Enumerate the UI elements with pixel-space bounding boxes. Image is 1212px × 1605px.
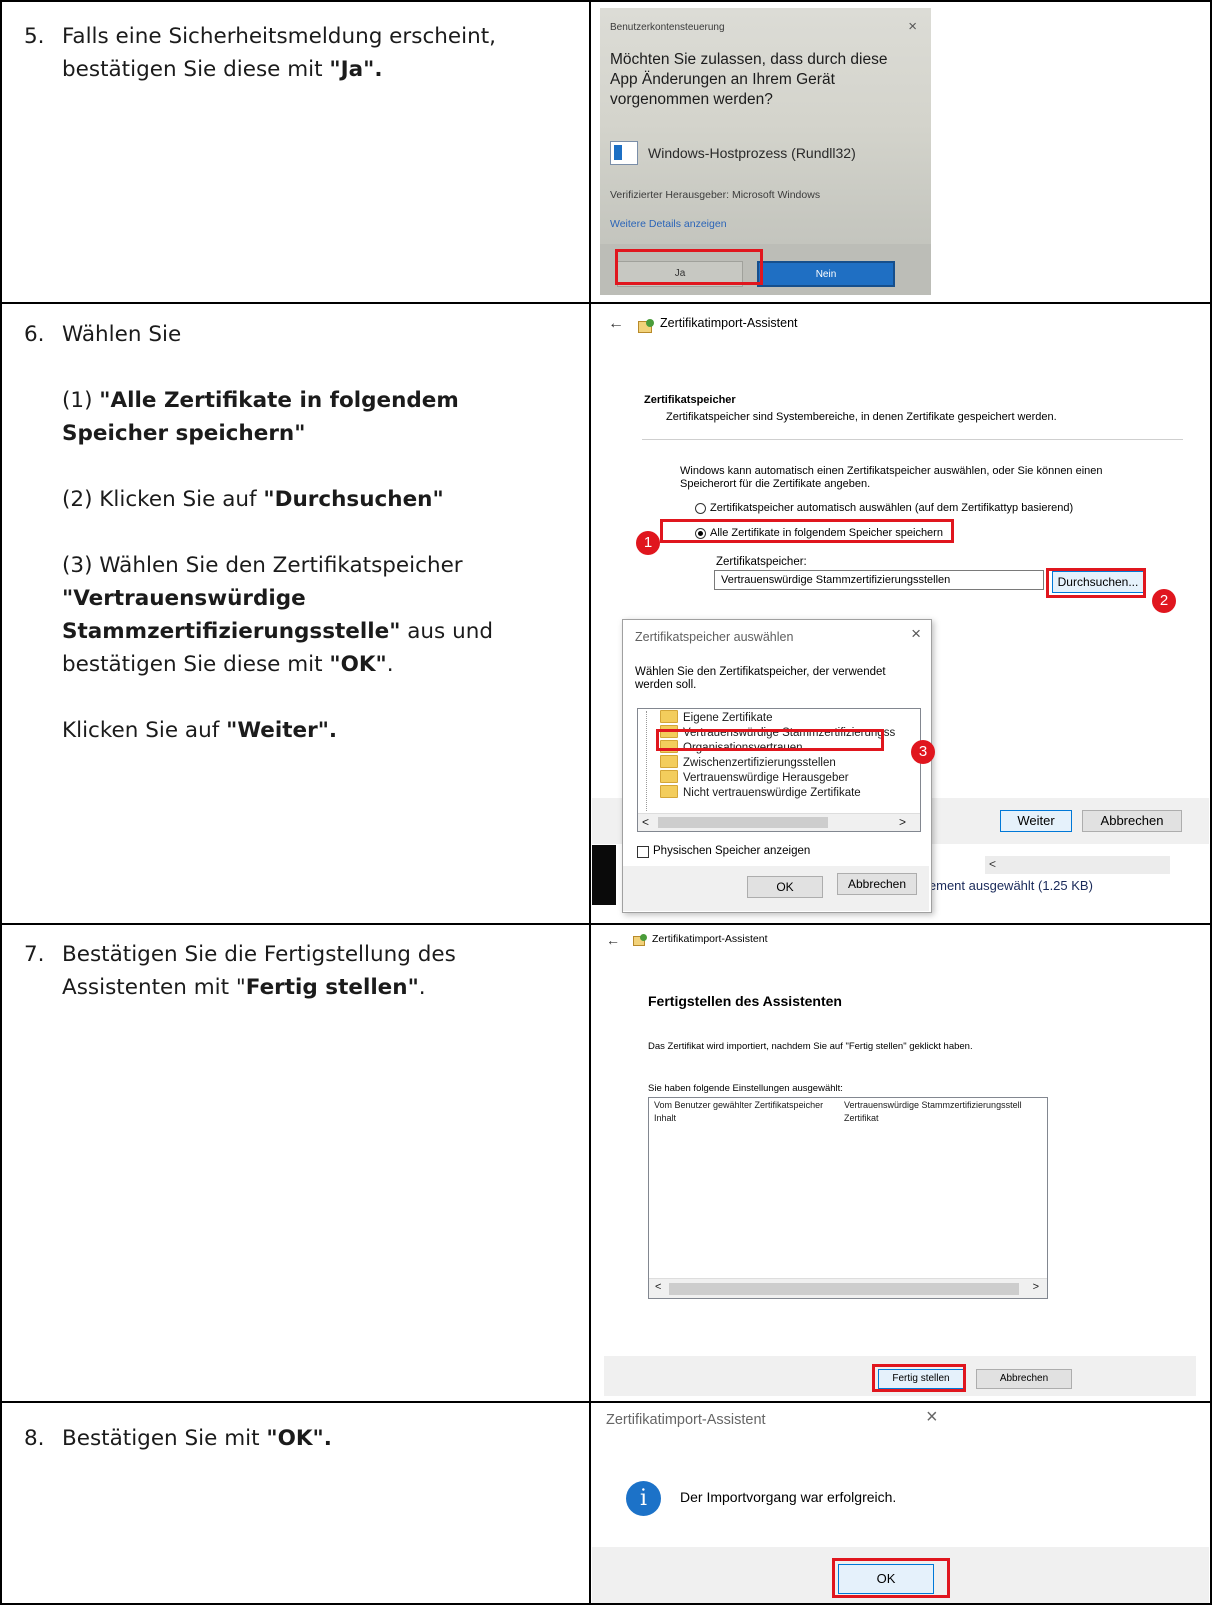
step-number: 7. (24, 942, 45, 967)
row-divider (0, 1401, 1212, 1403)
uac-caption: Benutzerkontensteuerung (610, 22, 725, 33)
setting-key: Vom Benutzer gewählter Zertifikatspeiche… (654, 1100, 824, 1110)
publisher-text: Verifizierter Herausgeber: Microsoft Win… (610, 189, 821, 201)
table-border-left (0, 0, 2, 1605)
app-name: Windows-Hostprozess (Rundll32) (648, 145, 856, 161)
finish-wizard-screenshot: ← Zertifikatimport-Assistent Fertigstell… (592, 926, 1209, 1400)
highlight-finish-button (872, 1364, 966, 1392)
dialog-description: Wählen Sie den Zertifikatspeicher, der v… (635, 666, 886, 678)
dark-edge (592, 845, 616, 905)
step-number: 6. (24, 322, 45, 347)
badge-1: 1 (636, 531, 660, 555)
dialog-title: Zertifikatimport-Assistent (606, 1412, 766, 1428)
ok-button[interactable]: OK (747, 876, 823, 898)
uac-question: Möchten Sie zulassen, dass durch diese A… (610, 51, 888, 108)
status-text: lement ausgewählt (1.25 KB) (926, 878, 1093, 893)
highlight-browse-button (1046, 568, 1146, 598)
info-text-line: Windows kann automatisch einen Zertifika… (680, 465, 1103, 477)
wizard-title: Zertifikatimport-Assistent (652, 933, 768, 945)
no-button[interactable]: Nein (757, 261, 895, 287)
tree-item[interactable]: Zwischenzertifizierungsstellen (660, 755, 920, 771)
back-arrow-icon[interactable]: ← (608, 315, 624, 333)
setting-key: Inhalt (654, 1113, 677, 1123)
finish-description: Das Zertifikat wird importiert, nachdem … (648, 1041, 973, 1052)
details-link[interactable]: Weitere Details anzeigen (610, 218, 727, 230)
close-icon[interactable]: × (908, 18, 917, 35)
step-6-text: 6. Wählen Sie (1) "Alle Zertifikate in f… (24, 318, 564, 747)
store-tree: Eigene Zertifikate Vertrauenswürdige Sta… (637, 708, 921, 832)
row-divider (0, 302, 1212, 304)
checkbox-label: Physischen Speicher anzeigen (653, 845, 811, 857)
setting-value: Zertifikat (844, 1113, 879, 1123)
info-text-line: Speicherort für die Zertifikate angeben. (680, 478, 871, 490)
separator (642, 439, 1183, 440)
store-label: Zertifikatspeicher: (716, 556, 807, 568)
highlight-store-item (656, 729, 884, 751)
store-tree-list: Eigene Zertifikate Vertrauenswürdige Sta… (638, 710, 908, 801)
highlight-ok-button (832, 1558, 950, 1598)
radio-auto-label: Zertifikatspeicher automatisch auswählen… (710, 502, 1074, 514)
finish-heading: Fertigstellen des Assistenten (648, 993, 842, 1009)
step-number: 5. (24, 24, 45, 49)
step-5-text: 5. Falls eine Sicherheitsmeldung erschei… (24, 20, 564, 86)
step-intro: Wählen Sie (62, 322, 182, 347)
dialog-title: Zertifikatspeicher auswählen (635, 630, 794, 644)
section-title: Zertifikatspeicher (644, 394, 736, 406)
dialog-description: werden soll. (635, 679, 697, 691)
step-7-text: 7. Bestätigen Sie die Fertigstellung des… (24, 938, 564, 1004)
setting-value: Vertrauenswürdige Stammzertifizierungsst… (844, 1100, 1022, 1110)
substep-2: (2) Klicken Sie auf "Durchsuchen" (62, 487, 444, 512)
cancel-button[interactable]: Abbrechen (1082, 810, 1182, 832)
cancel-button[interactable]: Abbrechen (976, 1369, 1072, 1389)
next-button[interactable]: Weiter (1000, 810, 1072, 832)
back-arrow-icon[interactable]: ← (606, 932, 620, 948)
settings-label: Sie haben folgende Einstellungen ausgewä… (648, 1083, 843, 1094)
cancel-button[interactable]: Abbrechen (837, 873, 917, 895)
close-icon[interactable]: × (926, 1406, 938, 1429)
step-emphasis: "Ja". (329, 57, 383, 82)
wizard-title: Zertifikatimport-Assistent (660, 316, 798, 330)
substep-3: (3) Wählen Sie den Zertifikatspeicher "V… (62, 553, 493, 677)
info-icon: i (626, 1481, 661, 1516)
highlight-yes-button (615, 249, 763, 285)
certificate-wizard-icon (633, 934, 647, 946)
close-icon[interactable]: × (911, 624, 921, 644)
substep-1: (1) "Alle Zertifikate in folgendem Speic… (62, 388, 459, 446)
success-message: Der Importvorgang war erfolgreich. (680, 1489, 897, 1505)
instruction-table: 5. Falls eine Sicherheitsmeldung erschei… (0, 0, 1212, 1605)
step-emphasis: Fertig stellen" (245, 975, 419, 1000)
horizontal-scrollbar[interactable]: < (985, 856, 1170, 874)
row-divider (0, 923, 1212, 925)
highlight-radio-manual (660, 519, 954, 543)
settings-list: Vom Benutzer gewählter Zertifikatspeiche… (648, 1097, 1048, 1299)
certificate-store-screenshot: ← Zertifikatimport-Assistent Zertifikats… (592, 305, 1209, 922)
step-instruction: Bestätigen Sie mit (62, 1426, 267, 1451)
tree-item[interactable]: Vertrauenswürdige Herausgeber (660, 770, 920, 786)
step-emphasis: "OK". (266, 1426, 332, 1451)
substep-next: Klicken Sie auf "Weiter". (62, 718, 338, 743)
store-select-dialog: Zertifikatspeicher auswählen × Wählen Si… (622, 619, 932, 913)
radio-auto[interactable] (695, 503, 706, 514)
physical-store-checkbox[interactable] (637, 846, 649, 858)
certificate-wizard-icon (638, 319, 654, 333)
app-window-icon (610, 141, 638, 165)
step-instruction: Falls eine Sicherheitsmeldung erscheint,… (62, 24, 496, 82)
badge-3: 3 (911, 740, 935, 764)
tree-item[interactable]: Eigene Zertifikate (660, 710, 920, 726)
tree-hscrollbar[interactable]: < > (638, 813, 920, 831)
settings-hscrollbar[interactable]: < > (649, 1278, 1047, 1298)
store-value-field[interactable]: Vertrauenswürdige Stammzertifizierungsst… (714, 570, 1044, 590)
column-divider (589, 0, 591, 1605)
badge-2: 2 (1152, 589, 1176, 613)
step-number: 8. (24, 1426, 45, 1451)
table-border-top (0, 0, 1212, 2)
step-8-text: 8. Bestätigen Sie mit "OK". (24, 1422, 564, 1455)
tree-item[interactable]: Nicht vertrauenswürdige Zertifikate (660, 785, 920, 801)
section-description: Zertifikatspeicher sind Systembereiche, … (666, 411, 1057, 423)
